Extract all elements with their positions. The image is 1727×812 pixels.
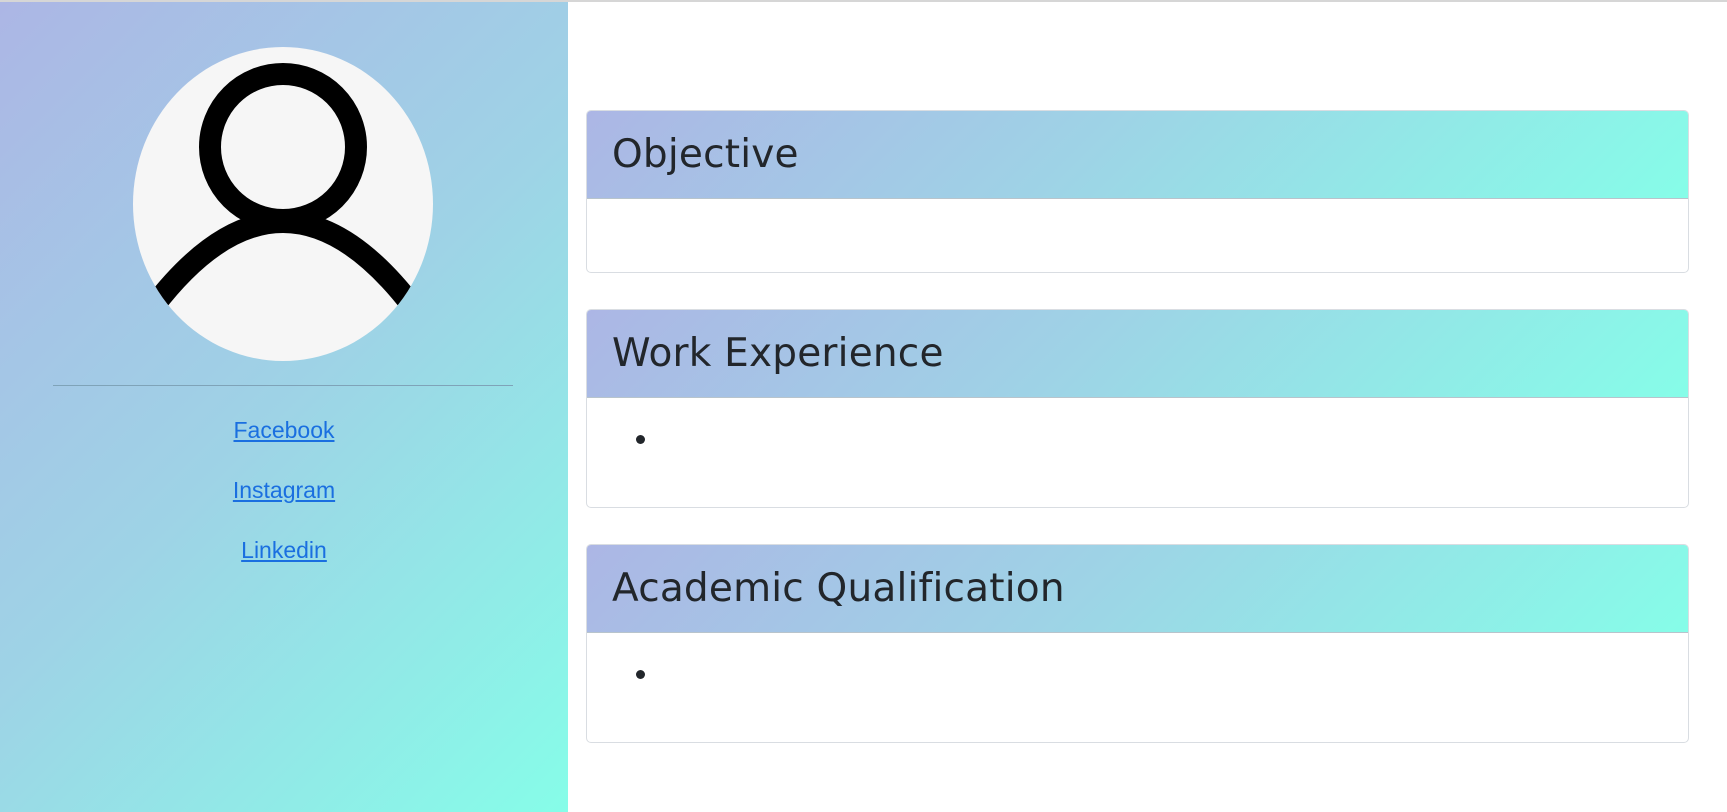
work-experience-title: Work Experience [612, 331, 944, 376]
top-border [0, 0, 1727, 2]
academic-qualification-title: Academic Qualification [612, 566, 1065, 611]
user-avatar-icon [144, 63, 422, 314]
list-item [636, 670, 645, 679]
list-item [636, 435, 645, 444]
academic-qualification-card-body [587, 633, 1688, 742]
objective-card-body [587, 199, 1688, 272]
objective-card-header: Objective [587, 111, 1688, 199]
facebook-link[interactable]: Facebook [233, 417, 334, 443]
sidebar-divider [53, 385, 513, 386]
linkedin-link-row: Linkedin [0, 535, 568, 565]
work-experience-card-header: Work Experience [587, 310, 1688, 398]
objective-card: Objective [586, 110, 1689, 273]
objective-title: Objective [612, 132, 799, 177]
profile-avatar [133, 47, 433, 361]
academic-qualification-card-header: Academic Qualification [587, 545, 1688, 633]
work-experience-card-body [587, 398, 1688, 507]
linkedin-link[interactable]: Linkedin [241, 537, 327, 563]
facebook-link-row: Facebook [0, 415, 568, 445]
instagram-link[interactable]: Instagram [233, 477, 335, 503]
instagram-link-row: Instagram [0, 475, 568, 505]
work-experience-card: Work Experience [586, 309, 1689, 508]
profile-sidebar: Facebook Instagram Linkedin [0, 2, 568, 812]
academic-qualification-card: Academic Qualification [586, 544, 1689, 743]
